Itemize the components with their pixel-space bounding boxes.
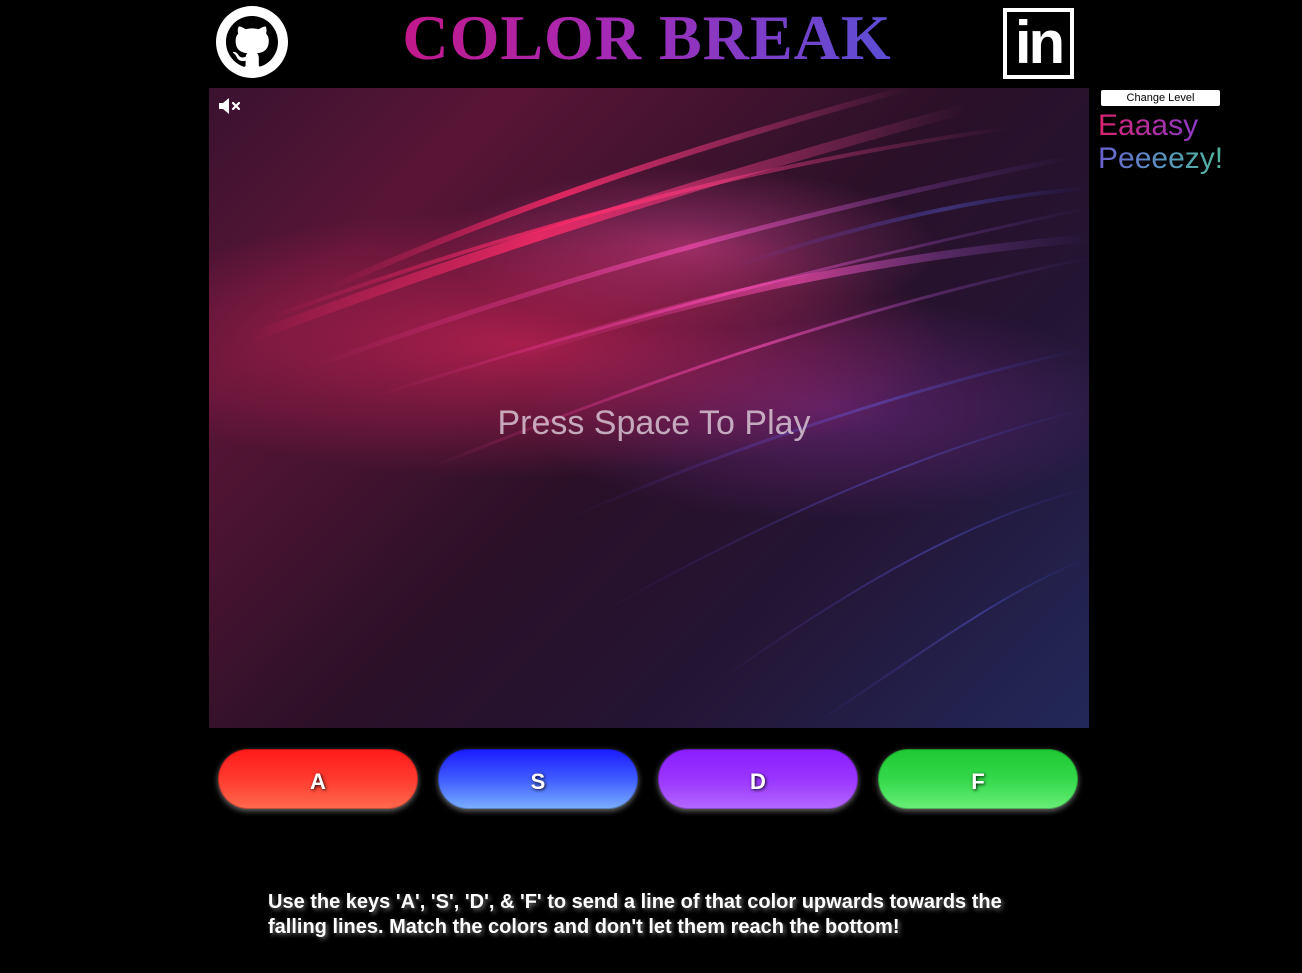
level-option-peezy[interactable]: Peeeezy! <box>1098 142 1223 176</box>
game-title: COLOR BREAK <box>400 2 894 74</box>
speaker-muted-icon[interactable] <box>217 96 243 116</box>
page: COLOR BREAK in Press Space To Play Chang… <box>0 0 1302 973</box>
key-a-button[interactable]: A <box>218 749 418 809</box>
level-option-easy[interactable]: Eaaasy <box>1098 109 1198 143</box>
github-link[interactable] <box>216 6 288 78</box>
linkedin-icon: in <box>1007 12 1070 75</box>
game-canvas[interactable]: Press Space To Play <box>209 88 1089 728</box>
key-d-button[interactable]: D <box>658 749 858 809</box>
press-space-prompt: Press Space To Play <box>497 404 811 442</box>
key-f-button[interactable]: F <box>878 749 1078 809</box>
change-level-button[interactable]: Change Level <box>1101 90 1220 106</box>
github-icon <box>216 6 288 78</box>
linkedin-link[interactable]: in <box>1003 8 1074 79</box>
key-s-button[interactable]: S <box>438 749 638 809</box>
instructions-text: Use the keys 'A', 'S', 'D', & 'F' to sen… <box>268 891 1002 938</box>
